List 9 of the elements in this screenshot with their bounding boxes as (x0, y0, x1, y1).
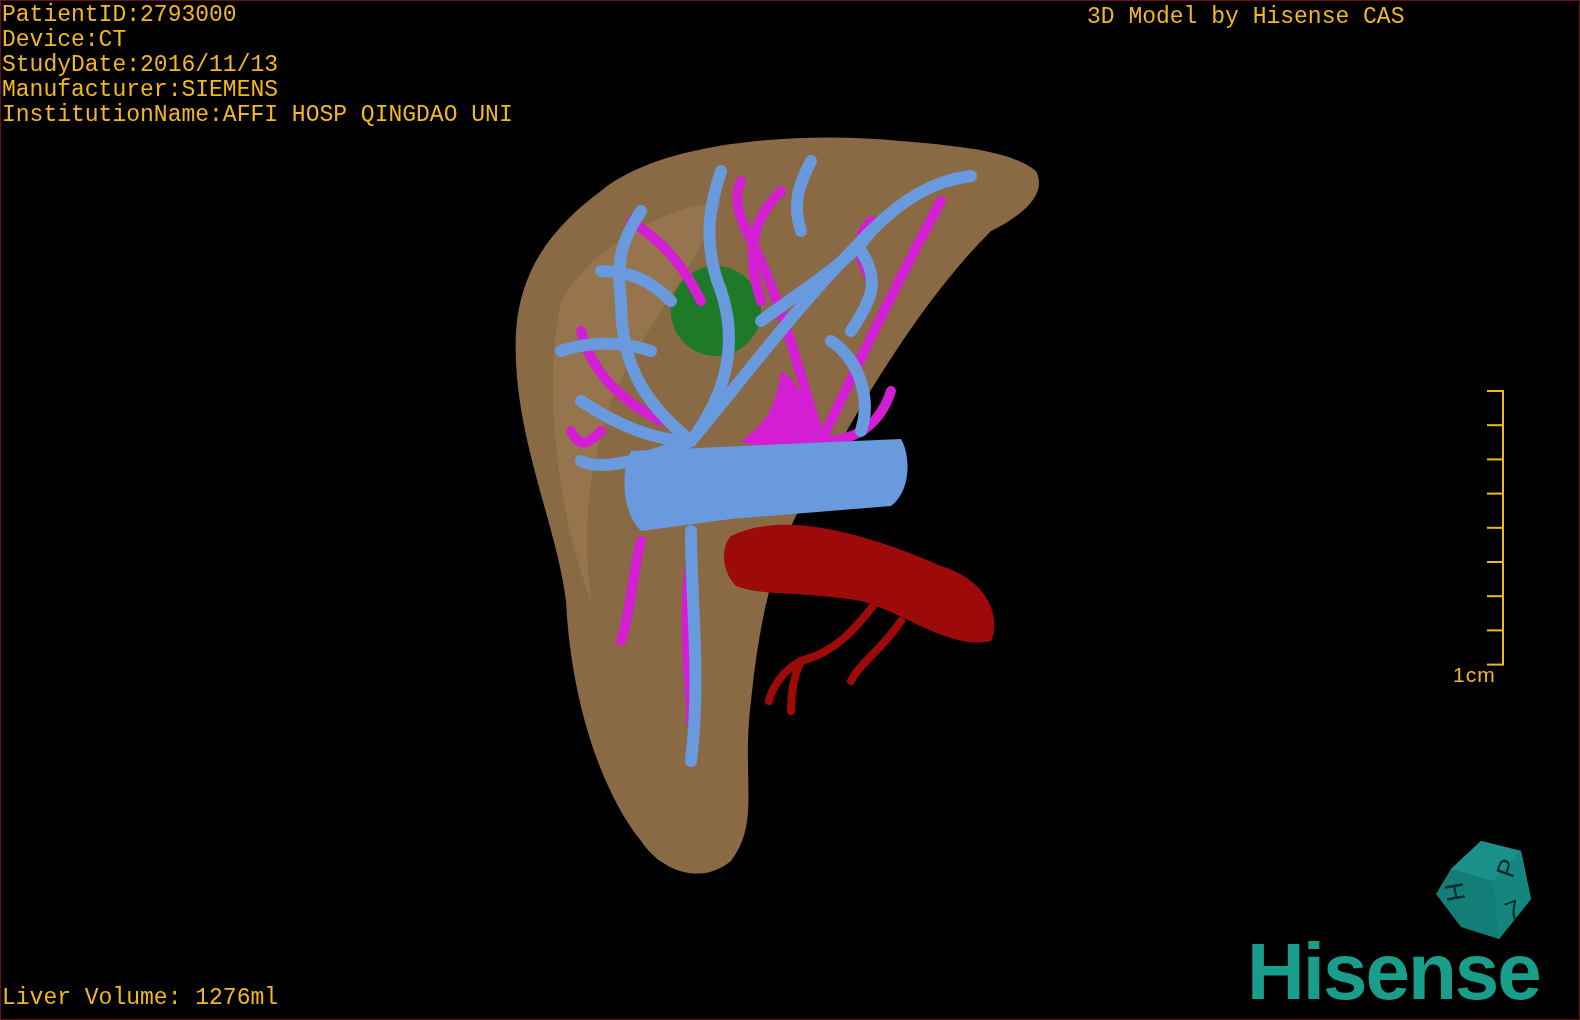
orientation-cube[interactable]: P H 7 (1436, 841, 1531, 939)
patient-info-text: StudyDate:2016/11/13 (2, 53, 280, 78)
patient-info-text: Device:CT (2, 28, 128, 53)
patient-info-text: InstitutionName:AFFI HOSP QINGDAO UNI (2, 103, 513, 128)
liver-volume-text: Liver Volume: 1276ml (2, 986, 279, 1011)
scale-label: 1cm (1453, 662, 1496, 687)
viewer-title: 3D Model by Hisense CAS (1087, 5, 1405, 30)
patient-info-text: PatientID:2793000 (2, 3, 238, 28)
patient-info-text: Manufacturer:SIEMENS (2, 78, 280, 103)
